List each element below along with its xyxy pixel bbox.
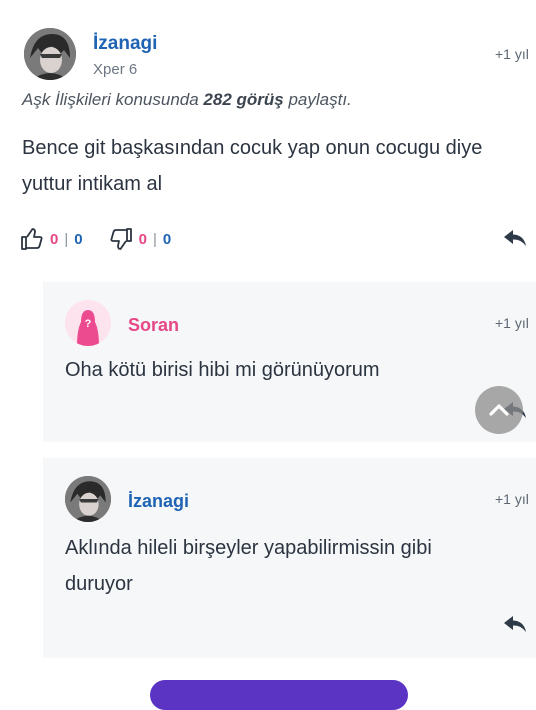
bottom-action-button[interactable] [150,680,408,710]
avatar-izanagi[interactable] [65,476,111,522]
dislike-count-blue: 0 [162,230,172,248]
reply-author-izanagi[interactable]: İzanagi [128,491,189,512]
reply-time: +1 yıl [495,315,529,331]
reply-text: Aklında hileli birşeyler yapabilirmissin… [65,537,432,595]
reply-time: +1 yıl [495,491,529,507]
dislike-count-pink: 0 [138,230,147,248]
reply-card: ? Soran +1 yıl Oha kötü birisi hibi mi g… [43,282,536,442]
thumbs-down-icon[interactable] [109,227,133,251]
svg-text:?: ? [85,318,92,330]
chevron-up-icon [489,404,509,416]
vote-bar: 0 | 0 0 | 0 [20,226,171,252]
avatar-image [24,28,76,80]
post-author-name[interactable]: İzanagi [93,33,157,55]
like-separator: | [64,230,69,248]
reply-text: Oha kötü birisi hibi mi görünüyorum [65,359,380,381]
thumbs-up-icon[interactable] [20,227,44,251]
reply-arrow-icon[interactable] [503,614,527,634]
reply-card: İzanagi +1 yıl Aklında hileli birşeyler … [43,458,536,658]
post-time: +1 yıl [495,46,529,62]
shared-line: Aşk İlişkileri konusunda 282 görüş payla… [22,90,352,110]
dislike-group[interactable]: 0 | 0 [109,227,172,251]
post-body: Bence git başkasından cocuk yap onun coc… [22,137,483,195]
shared-prefix: Aşk İlişkileri konusunda [22,90,204,109]
shared-count[interactable]: 282 görüş [203,90,283,109]
avatar-izanagi[interactable] [24,28,76,80]
like-group[interactable]: 0 | 0 [20,227,83,251]
dislike-separator: | [152,230,157,248]
scroll-to-top-button[interactable] [475,386,523,434]
reply-arrow-icon[interactable] [503,228,527,248]
shared-suffix: paylaştı. [283,90,352,109]
like-count-pink: 0 [50,230,59,248]
reply-author-soran: Soran [128,315,180,335]
anonymous-avatar: ? [65,300,111,346]
post-author-level: Xper 6 [93,61,138,78]
like-count-blue: 0 [74,230,83,248]
